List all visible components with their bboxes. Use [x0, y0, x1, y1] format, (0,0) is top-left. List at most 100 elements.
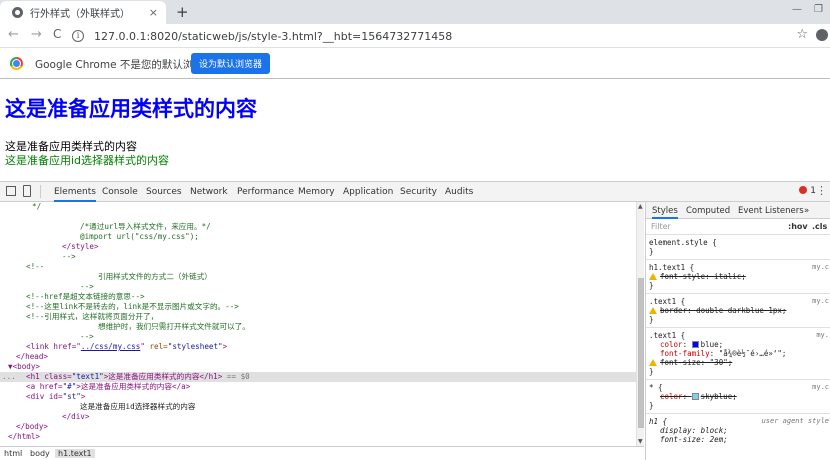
body-close-node[interactable]: </body> [16, 422, 48, 432]
head-close-node[interactable]: </head> [16, 352, 48, 362]
infobar-text: Google Chrome 不是您的默认浏览器 [35, 59, 215, 71]
hov-toggle[interactable]: :hov [788, 222, 808, 231]
url-text: 127.0.0.1:8020/staticweb/js/style-3.html… [94, 29, 453, 43]
rule-property[interactable]: font-family: "å¾®è½¯é›…é»‘"; [660, 349, 786, 358]
elements-tree: */ /*通过url导入样式文件，来应用。*/@import url("css/m… [0, 202, 636, 446]
close-tab-icon[interactable]: × [149, 6, 158, 19]
url-field[interactable]: i 127.0.0.1:8020/staticweb/js/style-3.ht… [72, 26, 812, 46]
link-node[interactable]: <link href="../css/my.css" rel="styleshe… [26, 342, 227, 352]
rule-source-link[interactable]: my.c [812, 263, 829, 271]
tab-title: 行外样式（外联样式） [30, 9, 130, 20]
crumb-html[interactable]: html [4, 449, 22, 458]
tab-security[interactable]: Security [400, 187, 437, 197]
rule-property[interactable]: font-style: italic; [649, 272, 746, 281]
scroll-down-icon[interactable]: ▼ [638, 438, 643, 445]
source-line[interactable]: --> [80, 332, 94, 342]
set-default-browser-button[interactable]: 设为默认浏览器 [191, 53, 270, 74]
page-id-text: 这是准备应用id选择器样式的内容 [5, 154, 170, 167]
rule-text1-color: .text1 { my. color: blue; font-family: "… [646, 328, 830, 380]
tab-console[interactable]: Console [102, 187, 138, 197]
styles-filter[interactable]: Filter :hov .cls [646, 219, 830, 235]
crumb-body[interactable]: body [30, 449, 50, 458]
source-line[interactable]: @import url("css/my.css"); [80, 232, 199, 242]
filter-input[interactable]: Filter [651, 222, 671, 231]
more-tabs-icon[interactable]: » [804, 206, 809, 216]
devtools-panel: Elements Console Sources Network Perform… [0, 181, 830, 460]
devtools-menu-icon[interactable]: ⋮ [816, 184, 827, 197]
row-dots[interactable]: ... [2, 372, 16, 382]
breadcrumb: html body h1.text1 [0, 446, 644, 460]
source-line[interactable]: /*通过url导入样式文件，来应用。*/ [80, 222, 211, 232]
profile-avatar[interactable] [816, 29, 828, 41]
tab-network[interactable]: Network [190, 187, 228, 197]
tab-event-listeners[interactable]: Event Listeners [738, 206, 804, 216]
tab-audits[interactable]: Audits [445, 187, 473, 197]
source-line[interactable]: */ [32, 202, 41, 212]
default-browser-infobar: Google Chrome 不是您的默认浏览器 设为默认浏览器 [0, 48, 830, 79]
a-node[interactable]: <a href="#">这是准备应用类样式的内容</a> [26, 382, 190, 392]
devtools-tabbar: Elements Console Sources Network Perform… [0, 182, 830, 202]
elements-scrollbar[interactable]: ▲ ▼ [636, 202, 644, 446]
globe-icon [12, 7, 23, 18]
color-swatch-blue[interactable] [691, 341, 699, 348]
div-node[interactable]: <div id="st"> [26, 392, 85, 402]
forward-button[interactable]: → [31, 27, 42, 42]
rule-source-link[interactable]: my. [816, 331, 829, 339]
source-line[interactable]: <!--href是超文本链接的意思--> [26, 292, 145, 302]
back-button[interactable]: ← [8, 27, 19, 42]
body-node[interactable]: ▼<body> [8, 362, 40, 372]
tab-memory[interactable]: Memory [298, 187, 335, 197]
tab-styles[interactable]: Styles [652, 206, 678, 219]
source-line[interactable]: 想维护时，我们只需打开样式文件就可以了。 [98, 322, 250, 332]
styles-pane: Styles Computed Event Listeners » Filter… [645, 202, 830, 460]
h1-node[interactable]: <h1 class="text1">这是准备应用类样式的内容</h1> == $… [26, 372, 250, 382]
warning-icon [649, 307, 657, 314]
rule-source-link[interactable]: my.c [812, 297, 829, 305]
rule-text1-border: .text1 { my.c border: double darkblue 1p… [646, 294, 830, 328]
browser-tab[interactable]: 行外样式（外联样式） × [0, 1, 166, 24]
bookmark-star-icon[interactable]: ☆ [796, 27, 808, 42]
rule-universal: * { my.c color: skyblue; } [646, 380, 830, 414]
rule-property[interactable]: color: blue; [660, 340, 723, 349]
link-href[interactable]: ../css/my.css [81, 342, 140, 351]
toolbar-divider [40, 185, 41, 198]
tab-sources[interactable]: Sources [146, 187, 182, 197]
page-viewport: 这是准备应用类样式的内容 这是准备应用类样式的内容 这是准备应用id选择器样式的… [0, 80, 830, 181]
div-close-node[interactable]: </div> [62, 412, 89, 422]
scrollbar-thumb[interactable] [638, 278, 644, 428]
rule-h1-text1: h1.text1 { my.c font-style: italic; } [646, 260, 830, 294]
source-line[interactable]: 引用样式文件的方式二（外链式） [98, 272, 212, 282]
tab-performance[interactable]: Performance [237, 187, 294, 197]
source-line[interactable]: <!--引用样式，这样就将页面分开了， [26, 312, 158, 322]
source-line[interactable]: <!-- [26, 262, 44, 272]
rule-property[interactable]: border: double darkblue 1px; [649, 306, 786, 315]
tab-computed[interactable]: Computed [686, 206, 730, 216]
rule-property[interactable]: color: skyblue; [660, 392, 737, 401]
error-counter[interactable]: 1 [799, 186, 816, 196]
tab-elements[interactable]: Elements [54, 187, 96, 202]
source-line[interactable]: </style> [62, 242, 99, 252]
device-toolbar-icon[interactable] [23, 185, 31, 197]
inspect-element-icon[interactable] [6, 186, 16, 196]
rule-source-label: user agent style [761, 417, 829, 425]
html-close-node[interactable]: </html> [8, 432, 40, 442]
rule-property[interactable]: font-size: "30"; [649, 358, 732, 367]
address-bar-row: ← → C i 127.0.0.1:8020/staticweb/js/styl… [0, 24, 830, 48]
cls-toggle[interactable]: .cls [812, 222, 827, 231]
scroll-up-icon[interactable]: ▲ [638, 203, 643, 210]
maximize-button[interactable]: ❐ [814, 4, 823, 15]
info-icon[interactable]: i [72, 30, 84, 42]
page-heading: 这是准备应用类样式的内容 [5, 97, 257, 121]
source-line[interactable]: --> [62, 252, 76, 262]
reload-button[interactable]: C [53, 27, 61, 41]
new-tab-button[interactable]: + [176, 3, 189, 21]
chrome-logo-icon [10, 57, 23, 70]
source-line[interactable]: --> [80, 282, 94, 292]
color-swatch-skyblue[interactable] [691, 393, 699, 400]
rule-source-link[interactable]: my.c [812, 383, 829, 391]
source-line[interactable]: <!--这里link不是转去的，link是不显示图片或文字的。--> [26, 302, 239, 312]
crumb-h1[interactable]: h1.text1 [55, 449, 95, 458]
tab-application[interactable]: Application [343, 187, 393, 197]
minimize-button[interactable]: — [792, 4, 802, 15]
warning-icon [649, 273, 657, 280]
